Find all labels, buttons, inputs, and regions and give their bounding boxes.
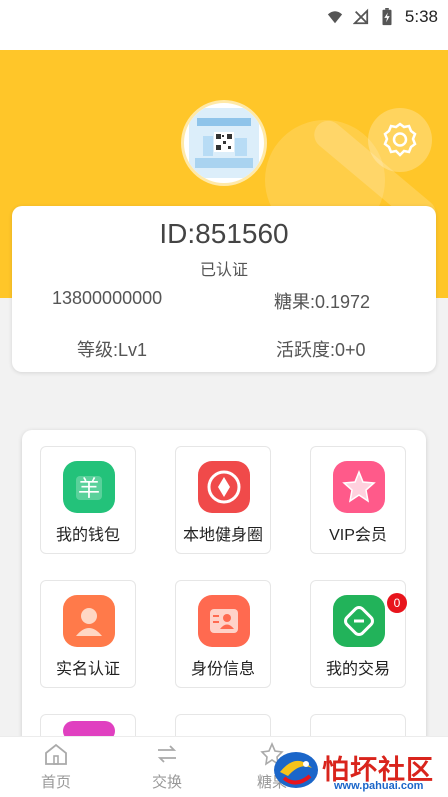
wifi-icon [327, 11, 343, 24]
settings-button[interactable] [368, 108, 432, 172]
menu-item-label: 我的交易 [325, 661, 390, 678]
tab-label: 交换 [151, 774, 182, 791]
menu-item-fitness-circle[interactable]: 本地健身圈 [175, 446, 271, 554]
notification-badge: 0 [387, 593, 407, 613]
top-spacer [0, 36, 448, 50]
verification-status: 已认证 [199, 262, 248, 279]
menu-grid: 羊 我的钱包 本地健身圈 VIP会员 实名认证 身份信息 0 我的交易 [22, 430, 426, 760]
transaction-icon [333, 595, 385, 647]
fitness-circle-icon [198, 461, 250, 513]
watermark-logo-icon [274, 752, 318, 788]
tab-home[interactable]: 首页 [21, 741, 91, 792]
activity-score: 活跃度:0+0 [276, 340, 366, 360]
wallet-icon: 羊 [63, 461, 115, 513]
user-level: 等级:Lv1 [77, 340, 148, 360]
menu-item-wallet[interactable]: 羊 我的钱包 [40, 446, 136, 554]
tab-exchange[interactable]: 交换 [132, 741, 202, 792]
real-name-icon [63, 595, 115, 647]
menu-item-real-name[interactable]: 实名认证 [40, 580, 136, 688]
watermark: 怕坏社区 www.pahuai.com [270, 742, 448, 797]
menu-item-transactions[interactable]: 0 我的交易 [310, 580, 407, 688]
menu-item-label: 身份信息 [190, 661, 255, 678]
candy-balance: 糖果:0.1972 [274, 292, 371, 312]
menu-item-vip[interactable]: VIP会员 [310, 446, 406, 554]
phone-number: 13800000000 [52, 288, 163, 308]
watermark-url: www.pahuai.com [334, 780, 424, 792]
exchange-icon [157, 745, 177, 763]
status-bar: 5:38 [0, 0, 448, 36]
user-id: ID:851560 [159, 218, 289, 249]
menu-item-label: 实名认证 [55, 661, 120, 678]
home-icon [45, 743, 67, 765]
svg-text:羊: 羊 [78, 477, 100, 502]
settings-gear-icon [383, 122, 417, 157]
qr-code-icon [189, 108, 259, 178]
vip-star-icon [333, 461, 385, 513]
no-signal-icon [352, 8, 369, 25]
battery-charging-icon [382, 8, 392, 26]
menu-item-id-info[interactable]: 身份信息 [175, 580, 271, 688]
avatar[interactable] [181, 100, 267, 186]
clock: 5:38 [404, 7, 438, 26]
id-info-icon [198, 595, 250, 647]
menu-item-label: 本地健身圈 [182, 527, 263, 544]
avatar-image [189, 108, 259, 178]
user-info-card: ID:851560 已认证 13800000000 糖果:0.1972 等级:L… [12, 206, 436, 372]
tab-label: 首页 [40, 774, 71, 791]
menu-item-label: VIP会员 [329, 527, 387, 544]
menu-item-label: 我的钱包 [55, 527, 120, 544]
